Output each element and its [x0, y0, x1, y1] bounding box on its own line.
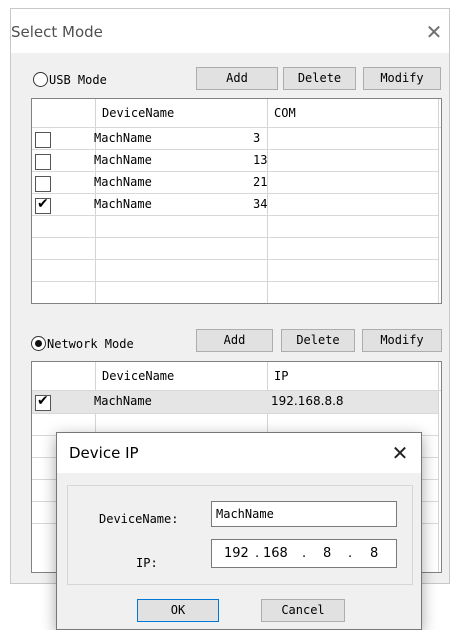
usb-device-table: DeviceName COM MachName 3 MachName 13 Ma…: [31, 98, 442, 304]
network-add-button[interactable]: Add: [196, 329, 273, 352]
ip-octet-3[interactable]: 8: [323, 546, 331, 561]
table-row[interactable]: MachName 3: [32, 128, 441, 150]
window-title: Select Mode: [11, 23, 103, 41]
ip-dot-separator: .: [255, 546, 260, 561]
ok-button[interactable]: OK: [137, 599, 219, 622]
row-divider: [32, 413, 438, 414]
com-cell: 21: [253, 175, 268, 189]
column-divider: [438, 362, 439, 572]
table-row[interactable]: ✔ MachName 34: [32, 194, 441, 216]
table-row[interactable]: MachName 13: [32, 150, 441, 172]
row-checkbox[interactable]: ✔: [35, 393, 51, 411]
device-ip-dialog: Device IP ✕ DeviceName: MachName IP: 192…: [56, 432, 422, 630]
usb-modify-button[interactable]: Modify: [363, 67, 441, 90]
device-name-cell: MachName: [94, 131, 152, 145]
table-row-selected[interactable]: ✔ MachName 192.168.8.8: [32, 391, 438, 413]
device-name-cell: MachName: [94, 197, 152, 211]
device-name-cell: MachName: [94, 394, 152, 408]
network-delete-button[interactable]: Delete: [281, 329, 355, 352]
device-name-input-value: MachName: [216, 507, 274, 521]
network-mode-radio[interactable]: [31, 336, 46, 351]
device-name-cell: MachName: [94, 175, 152, 189]
device-name-input[interactable]: MachName: [211, 501, 397, 527]
row-divider: [32, 171, 438, 172]
com-cell: 13: [253, 153, 268, 167]
device-name-label: DeviceName:: [99, 512, 179, 526]
column-header-ip[interactable]: IP: [274, 369, 288, 383]
ip-address-input[interactable]: 192 . 168 . 8 . 8: [211, 539, 397, 568]
title-bar: Select Mode ✕: [11, 9, 449, 53]
usb-delete-button[interactable]: Delete: [283, 67, 356, 90]
dialog-title: Device IP: [69, 444, 139, 462]
row-checkbox[interactable]: [35, 154, 51, 170]
ip-octet-4[interactable]: 8: [370, 546, 378, 561]
cancel-button[interactable]: Cancel: [261, 599, 345, 622]
row-divider: [32, 149, 438, 150]
ip-label: IP:: [136, 556, 158, 570]
row-divider: [32, 215, 438, 216]
close-icon[interactable]: ✕: [421, 19, 447, 45]
row-divider: [32, 193, 438, 194]
dialog-title-bar: Device IP ✕: [57, 433, 421, 473]
ip-dot-separator: .: [348, 546, 353, 561]
network-mode-label[interactable]: Network Mode: [47, 337, 134, 351]
com-cell: 3: [253, 131, 261, 145]
device-name-cell: MachName: [94, 153, 152, 167]
network-mode-radio-dot: [35, 340, 42, 347]
column-header-devicename[interactable]: DeviceName: [102, 106, 174, 120]
row-checkbox[interactable]: [35, 132, 51, 148]
row-divider: [32, 281, 438, 282]
column-header-com[interactable]: COM: [274, 106, 296, 120]
ip-dot-separator: .: [302, 546, 307, 561]
com-cell: 34: [253, 197, 268, 211]
check-icon: ✔: [37, 393, 49, 409]
dialog-group-box: [67, 485, 413, 585]
check-icon: ✔: [37, 196, 49, 212]
usb-add-button[interactable]: Add: [196, 67, 278, 90]
row-checkbox[interactable]: [35, 176, 51, 192]
close-icon[interactable]: ✕: [387, 440, 413, 466]
row-divider: [32, 237, 438, 238]
table-row[interactable]: MachName 21: [32, 172, 441, 194]
usb-mode-radio[interactable]: [33, 72, 48, 87]
row-divider: [32, 259, 438, 260]
usb-mode-label[interactable]: USB Mode: [49, 73, 107, 87]
ip-octet-2[interactable]: 168: [263, 546, 288, 561]
ip-cell: 192.168.8.8: [271, 394, 344, 408]
ip-octet-1[interactable]: 192: [224, 546, 249, 561]
network-modify-button[interactable]: Modify: [362, 329, 442, 352]
row-checkbox[interactable]: ✔: [35, 196, 51, 214]
column-header-devicename[interactable]: DeviceName: [102, 369, 174, 383]
